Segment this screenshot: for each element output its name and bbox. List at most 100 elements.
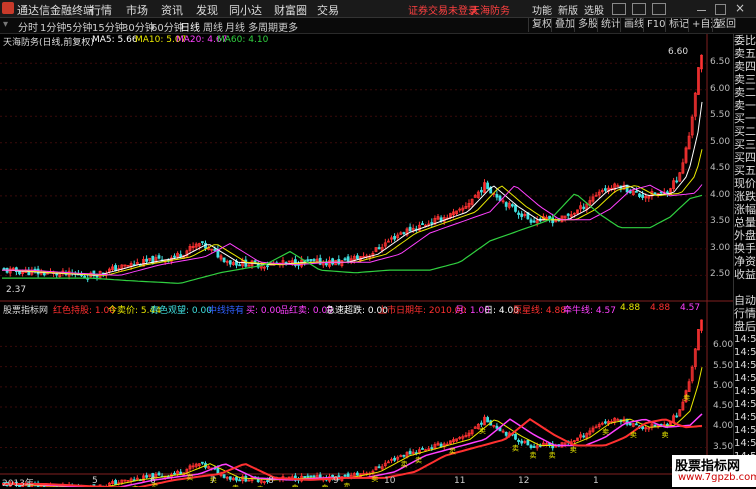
side-panel-label[interactable]: 14:50	[734, 359, 756, 372]
side-panel-label: 卖一	[734, 99, 756, 112]
side-panel-label: 卖四	[734, 60, 756, 73]
tab-60min[interactable]: 60分钟	[151, 19, 184, 34]
candle-body	[666, 424, 668, 425]
signal-mark: 卖	[602, 428, 609, 436]
side-panel-label: 买三	[734, 138, 756, 151]
indicator-x-tick: 10	[384, 476, 395, 486]
tab-daily[interactable]: 日线	[180, 19, 200, 34]
indicator-x-tick: 12	[518, 476, 529, 486]
candle-body	[146, 476, 148, 478]
candle-body	[518, 213, 520, 214]
candle-body	[356, 256, 358, 259]
candle-body	[530, 446, 532, 448]
back-button[interactable]: 返回	[712, 18, 739, 32]
menu-item-market[interactable]: 行情	[90, 2, 112, 18]
candle-body	[521, 441, 523, 443]
indicator-chart[interactable]: 卖卖卖卖卖卖卖卖卖卖卖卖卖卖卖卖卖卖卖卖卖卖卖卖卖卖卖	[0, 302, 733, 487]
signal-mark: 卖	[549, 452, 556, 460]
skin-icon[interactable]	[652, 3, 666, 15]
candle-body	[533, 221, 535, 222]
candle-body	[115, 266, 117, 271]
side-panel-label[interactable]: 14:50	[734, 346, 756, 359]
candle-body	[511, 205, 513, 206]
candle-body	[378, 467, 380, 468]
menu-new-version[interactable]: 新版	[558, 2, 578, 17]
side-panel-label: 自动	[734, 294, 756, 307]
side-panel-label[interactable]: 14:50	[734, 411, 756, 424]
main-y-tick: 4.50	[710, 163, 730, 173]
side-panel-label[interactable]: 14:50	[734, 385, 756, 398]
menu-item-wealth[interactable]: 财富圈	[274, 2, 307, 18]
candle-body	[180, 472, 182, 474]
signal-mark: 卖	[512, 444, 519, 452]
candle-body	[394, 458, 396, 460]
signal-mark: 卖	[662, 431, 669, 439]
candle-body	[313, 476, 315, 477]
tab-weekly[interactable]: 周线	[203, 19, 223, 34]
low-price-label: 2.37	[6, 285, 26, 295]
menu-item-markets[interactable]: 市场	[126, 2, 148, 18]
candle-body	[552, 218, 554, 223]
indicator-x-tick: 6	[150, 476, 156, 486]
side-panel-label[interactable]: 14:50	[734, 424, 756, 437]
menu-function[interactable]: 功能	[532, 2, 552, 17]
tab-multi-period[interactable]: 多周期	[248, 19, 278, 34]
candle-body	[676, 181, 678, 182]
menu-stock-picker[interactable]: 选股	[584, 2, 604, 17]
settings-icon[interactable]	[612, 3, 626, 15]
candle-body	[487, 418, 489, 422]
candle-body	[378, 248, 380, 249]
candle-body	[257, 479, 259, 481]
tab-monthly[interactable]: 月线	[225, 19, 245, 34]
period-menu-icon[interactable]: ▾	[3, 19, 8, 30]
candle-body	[229, 477, 231, 480]
menu-item-tongxiaoda[interactable]: 同小达	[229, 2, 262, 18]
side-panel-label: 买二	[734, 125, 756, 138]
candle-body	[174, 473, 176, 474]
candle-body	[480, 423, 482, 424]
candlestick-chart[interactable]	[0, 34, 733, 302]
candle-body	[422, 448, 424, 449]
candle-body	[356, 473, 358, 475]
candle-body	[146, 259, 148, 261]
side-panel-label[interactable]: 14:50	[734, 333, 756, 346]
side-panel-label[interactable]: 14:50	[734, 437, 756, 450]
tab-1min[interactable]: 1分钟	[40, 19, 66, 34]
candle-body	[180, 255, 182, 257]
candle-body	[403, 455, 405, 456]
menu-item-trade[interactable]: 交易	[317, 2, 339, 18]
indicator-x-tick: 8	[268, 476, 274, 486]
ma5-label: MA5: 5.66	[92, 35, 138, 45]
side-panel-label[interactable]: 14:50	[734, 372, 756, 385]
candle-body	[304, 476, 306, 477]
side-panel-label: 外盘	[734, 229, 756, 242]
candle-body	[521, 214, 523, 217]
app-logo-icon	[2, 2, 14, 14]
login-notice[interactable]: 证券交易未登录	[408, 2, 478, 17]
candle-body	[505, 203, 507, 207]
candle-body	[201, 242, 203, 243]
candle-body	[660, 192, 662, 193]
close-icon[interactable]: ×	[735, 1, 745, 15]
indicator-y-tick: 6.00	[713, 340, 733, 350]
tab-30min[interactable]: 30分钟	[122, 19, 155, 34]
menu-item-news[interactable]: 资讯	[161, 2, 183, 18]
candle-body	[409, 451, 411, 454]
side-panel-label: 涨幅	[734, 203, 756, 216]
layout-icon[interactable]	[632, 3, 646, 15]
minimize-icon[interactable]	[697, 4, 706, 11]
tab-15min[interactable]: 15分钟	[92, 19, 125, 34]
side-panel-label[interactable]: 14:50	[734, 398, 756, 411]
tab-5min[interactable]: 5分钟	[66, 19, 92, 34]
candle-body	[676, 416, 678, 417]
maximize-icon[interactable]	[715, 4, 726, 15]
candle-body	[332, 259, 334, 264]
candle-body	[533, 447, 535, 448]
candle-body	[487, 183, 489, 189]
tab-more[interactable]: 更多	[278, 19, 298, 34]
tab-timeshare[interactable]: 分时	[18, 19, 38, 34]
indicator-candles	[3, 319, 703, 487]
candle-body	[344, 259, 346, 260]
menu-item-discover[interactable]: 发现	[196, 2, 218, 18]
indicator-y-tick: 4.50	[713, 401, 733, 411]
